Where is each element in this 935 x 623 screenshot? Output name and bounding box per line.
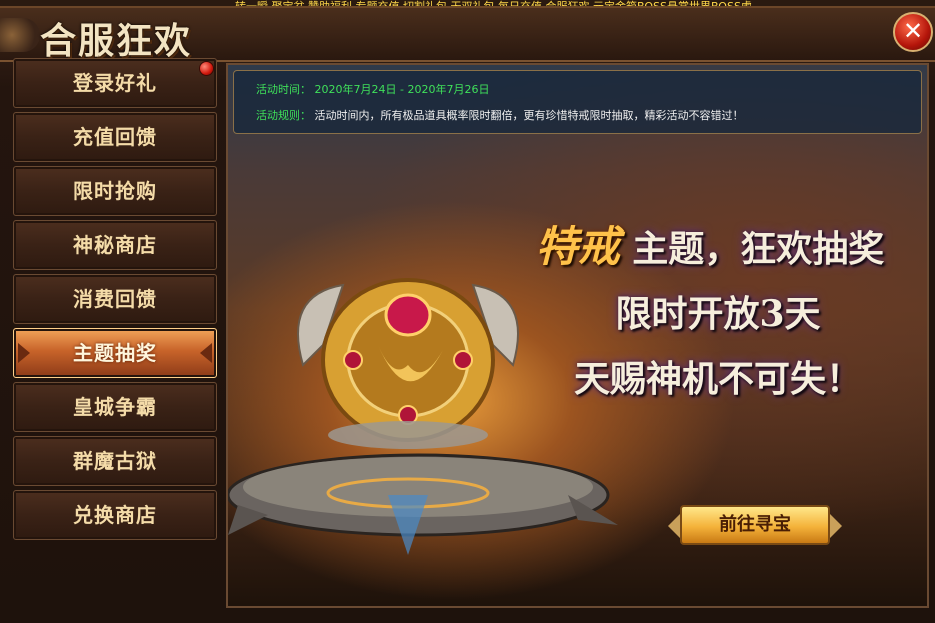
sidebar-item-login-gift[interactable]: 登录好礼 <box>13 58 217 108</box>
banner-line2: 限时开放3天 <box>615 293 821 335</box>
event-rules-value: 活动时间内，所有极品道具概率限时翻倍，更有珍惜特戒限时抽取，精彩活动不容错过！ <box>314 109 744 122</box>
sidebar-item-spend-reward[interactable]: 消费回馈 <box>13 274 217 324</box>
sidebar-item-exchange-shop[interactable]: 兑换商店 <box>13 490 217 540</box>
title-bar: 合服狂欢 ✕ <box>0 8 935 62</box>
sidebar-item-demon-prison[interactable]: 群魔古狱 <box>13 436 217 486</box>
sidebar-item-label: 登录好礼 <box>73 71 157 95</box>
go-treasure-button[interactable]: 前往寻宝 <box>668 505 842 545</box>
event-sidebar: 登录好礼 充值回馈 限时抢购 神秘商店 消费回馈 主题抽奖 皇城争霸 群魔古狱 … <box>13 58 219 544</box>
sidebar-item-label: 限时抢购 <box>73 179 157 203</box>
sidebar-item-theme-lottery[interactable]: 主题抽奖 <box>13 328 217 378</box>
sidebar-item-label: 充值回馈 <box>73 125 157 149</box>
sidebar-item-label: 群魔古狱 <box>73 449 157 473</box>
sidebar-item-label: 主题抽奖 <box>73 341 157 365</box>
window-title: 合服狂欢 <box>40 20 193 62</box>
event-content-panel: 活动时间： 2020年7月24日 - 2020年7月26日 活动规则： 活动时间… <box>226 63 929 608</box>
banner-highlight: 特戒 <box>535 222 620 271</box>
banner-headline: 特戒 主题，狂欢抽奖 <box>490 213 927 274</box>
event-info-box: 活动时间： 2020年7月24日 - 2020年7月26日 活动规则： 活动时间… <box>233 70 922 134</box>
sidebar-item-castle-war[interactable]: 皇城争霸 <box>13 382 217 432</box>
sidebar-item-label: 神秘商店 <box>73 233 157 257</box>
sidebar-item-recharge-reward[interactable]: 充值回馈 <box>13 112 217 162</box>
sidebar-item-label: 消费回馈 <box>73 287 157 311</box>
sidebar-item-mystery-shop[interactable]: 神秘商店 <box>13 220 217 270</box>
event-rules-row: 活动规则： 活动时间内，所有极品道具概率限时翻倍，更有珍惜特戒限时抽取，精彩活动… <box>256 103 899 129</box>
sidebar-item-label: 皇城争霸 <box>73 395 157 419</box>
title-ornament-icon <box>0 18 40 52</box>
close-button[interactable]: ✕ <box>893 12 933 52</box>
banner-line1: 主题，狂欢抽奖 <box>632 228 885 270</box>
event-time-value: 2020年7月24日 - 2020年7月26日 <box>314 83 490 96</box>
special-ring-icon <box>297 278 519 449</box>
sidebar-item-label: 兑换商店 <box>73 503 157 527</box>
event-window: 合服狂欢 ✕ 登录好礼 充值回馈 限时抢购 神秘商店 消费回馈 主题抽奖 皇城争… <box>0 6 935 623</box>
notification-dot-icon <box>199 61 214 76</box>
event-time-row: 活动时间： 2020年7月24日 - 2020年7月26日 <box>256 77 899 103</box>
event-time-label: 活动时间： <box>256 83 311 96</box>
banner-line3: 天赐神机不可失！ <box>573 358 862 400</box>
event-rules-label: 活动规则： <box>256 109 311 122</box>
sidebar-item-flash-sale[interactable]: 限时抢购 <box>13 166 217 216</box>
